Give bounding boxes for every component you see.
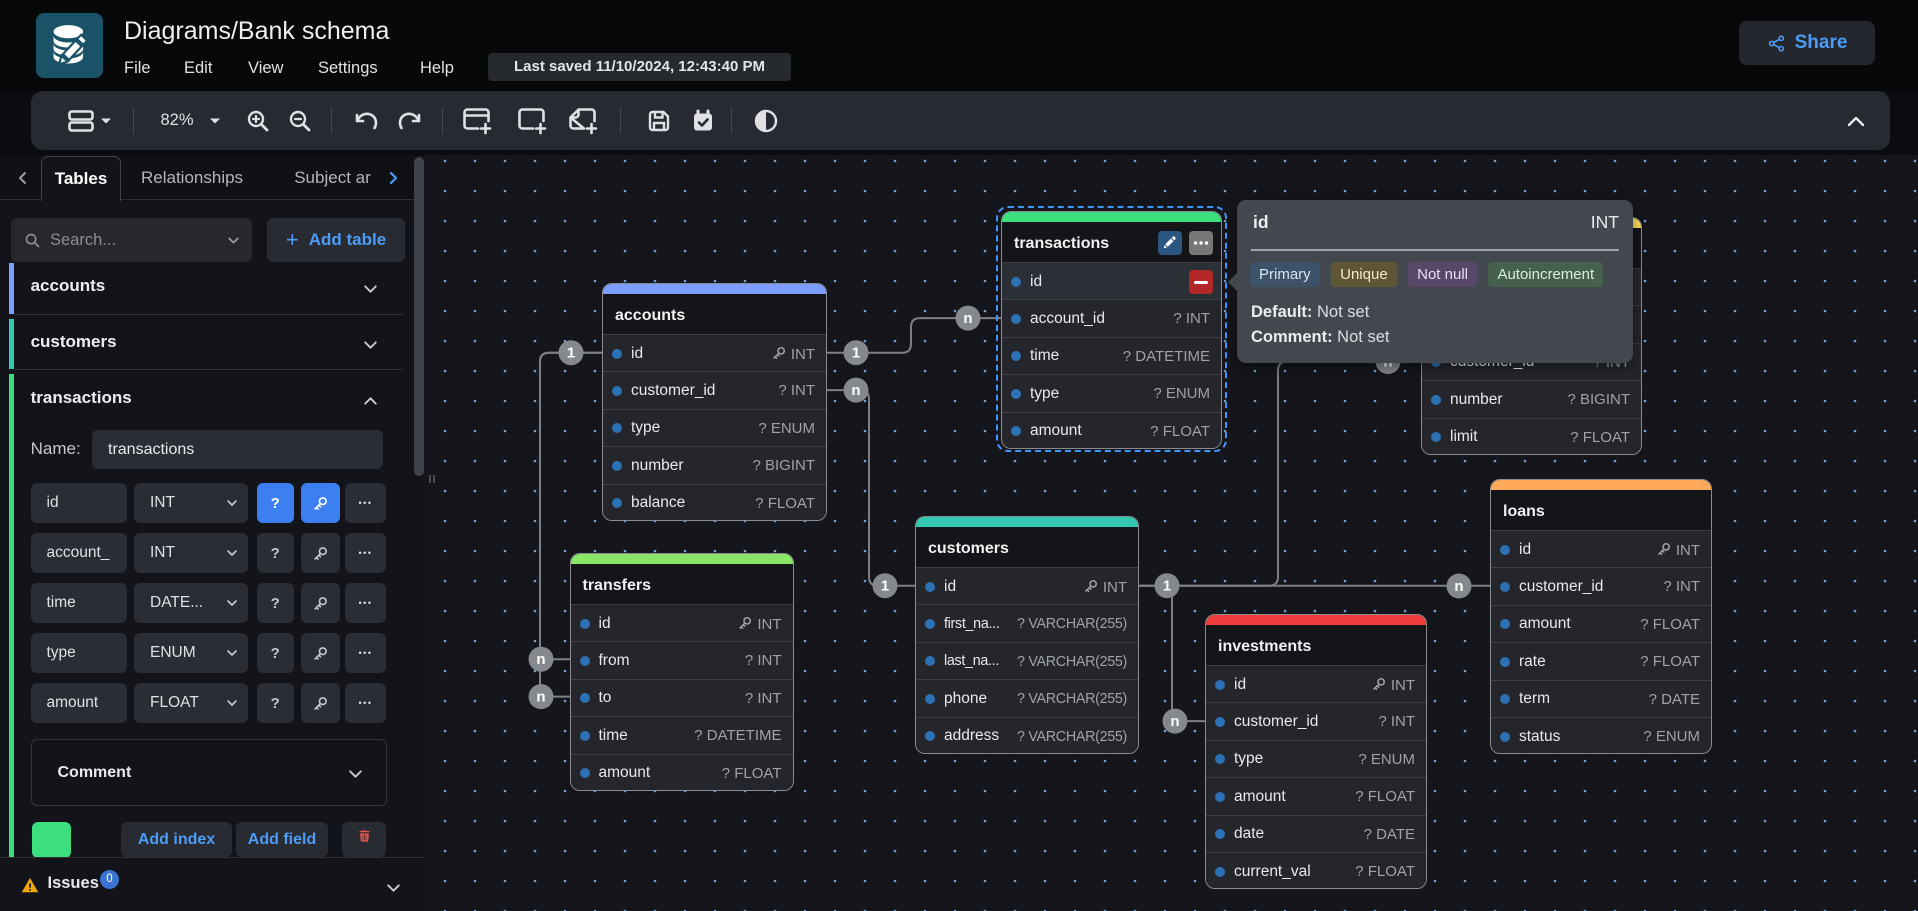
svg-text:1: 1 [852, 345, 860, 362]
svg-text:n: n [1454, 578, 1463, 595]
svg-text:n: n [963, 310, 972, 327]
svg-text:n: n [536, 689, 545, 706]
svg-text:1: 1 [567, 345, 575, 362]
svg-text:n: n [536, 651, 545, 668]
svg-text:1: 1 [881, 578, 889, 595]
svg-text:n: n [851, 382, 860, 399]
svg-text:n: n [1170, 713, 1179, 730]
svg-text:1: 1 [1163, 578, 1171, 595]
